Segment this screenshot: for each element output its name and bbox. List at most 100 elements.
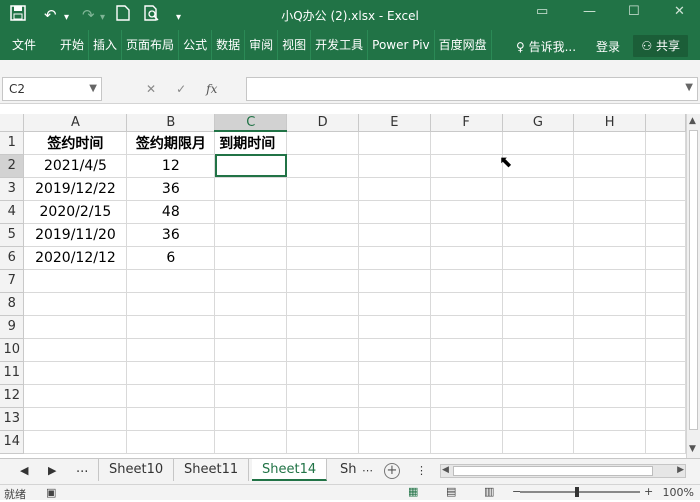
cell[interactable]: [502, 384, 575, 408]
login-link[interactable]: 登录: [596, 38, 620, 55]
tab-scroll-right-icon[interactable]: ▶: [48, 464, 56, 477]
column-header[interactable]: D: [286, 114, 360, 132]
cell-B5[interactable]: 36: [126, 223, 216, 247]
sheet-tab-active[interactable]: Sheet14: [252, 459, 328, 481]
cell[interactable]: [214, 384, 288, 408]
row-header[interactable]: 7: [0, 269, 25, 293]
cell[interactable]: [502, 177, 575, 201]
expand-formula-icon[interactable]: ▼: [685, 82, 693, 93]
scroll-left-icon[interactable]: ◀: [442, 465, 449, 475]
cell[interactable]: [430, 384, 503, 408]
cell[interactable]: [358, 131, 431, 155]
cell[interactable]: [502, 269, 575, 293]
zoom-level[interactable]: 100%: [663, 486, 694, 499]
column-header[interactable]: H: [573, 114, 647, 132]
cell[interactable]: [645, 131, 686, 155]
row-header[interactable]: 8: [0, 292, 25, 316]
row-header[interactable]: 3: [0, 177, 25, 201]
cell-C1[interactable]: 到期时间: [214, 131, 288, 155]
cell[interactable]: [214, 246, 288, 270]
share-button[interactable]: ⚇ 共享: [633, 35, 688, 57]
cell[interactable]: [126, 430, 216, 454]
cell[interactable]: [358, 154, 431, 178]
more-tabs-ellipsis[interactable]: ...: [76, 461, 88, 476]
cell[interactable]: [645, 430, 686, 454]
cell[interactable]: [286, 430, 360, 454]
cell[interactable]: [645, 292, 686, 316]
row-header[interactable]: 11: [0, 361, 25, 385]
insert-function-icon[interactable]: fx: [206, 82, 217, 96]
cell[interactable]: [126, 384, 216, 408]
scroll-right-icon[interactable]: ▶: [677, 465, 684, 475]
cell[interactable]: [214, 315, 288, 339]
cell[interactable]: [573, 131, 647, 155]
row-header[interactable]: 13: [0, 407, 25, 431]
tab-home[interactable]: 开始: [56, 30, 90, 60]
cell[interactable]: [358, 384, 431, 408]
row-header[interactable]: 4: [0, 200, 25, 224]
minimize-icon[interactable]: —: [583, 4, 596, 19]
cell-C2-selected[interactable]: [214, 154, 288, 178]
cell-B2[interactable]: 12: [126, 154, 216, 178]
column-header[interactable]: E: [358, 114, 431, 132]
maximize-icon[interactable]: ☐: [628, 4, 640, 19]
cell[interactable]: [23, 407, 128, 431]
tab-formulas[interactable]: 公式: [179, 30, 213, 60]
tab-baidu-netdisk[interactable]: 百度网盘: [435, 30, 492, 60]
row-header[interactable]: 5: [0, 223, 25, 247]
cell[interactable]: [286, 315, 360, 339]
cell[interactable]: [430, 154, 503, 178]
cell[interactable]: [502, 430, 575, 454]
cell[interactable]: [358, 246, 431, 270]
tab-view[interactable]: 视图: [278, 30, 312, 60]
cell[interactable]: [358, 177, 431, 201]
row-header[interactable]: 12: [0, 384, 25, 408]
cell[interactable]: [214, 407, 288, 431]
cell[interactable]: [286, 361, 360, 385]
cell[interactable]: [126, 269, 216, 293]
tab-data[interactable]: 数据: [212, 30, 246, 60]
cell-B6[interactable]: 6: [126, 246, 216, 270]
cell-B3[interactable]: 36: [126, 177, 216, 201]
column-header[interactable]: F: [430, 114, 503, 132]
cell[interactable]: [573, 200, 647, 224]
cell[interactable]: [645, 315, 686, 339]
cell[interactable]: [573, 269, 647, 293]
cell[interactable]: [286, 384, 360, 408]
row-header[interactable]: 10: [0, 338, 25, 362]
cell[interactable]: [214, 292, 288, 316]
cell[interactable]: [23, 292, 128, 316]
cell[interactable]: [286, 131, 360, 155]
tab-review[interactable]: 审阅: [245, 30, 279, 60]
horizontal-scrollbar[interactable]: ◀ ▶: [440, 464, 686, 478]
cell[interactable]: [126, 315, 216, 339]
cell[interactable]: [430, 361, 503, 385]
sheet-tab[interactable]: Sheet11: [174, 459, 250, 481]
cell[interactable]: [286, 407, 360, 431]
cell[interactable]: [645, 361, 686, 385]
cell[interactable]: [573, 430, 647, 454]
cell[interactable]: [645, 154, 686, 178]
cell[interactable]: [358, 200, 431, 224]
tab-file[interactable]: 文件: [0, 30, 48, 60]
cell[interactable]: [645, 223, 686, 247]
cell[interactable]: [573, 338, 647, 362]
cell[interactable]: [502, 246, 575, 270]
scroll-down-icon[interactable]: ▼: [689, 444, 696, 454]
cell[interactable]: [23, 338, 128, 362]
cell[interactable]: [214, 430, 288, 454]
cell[interactable]: [358, 292, 431, 316]
formula-input[interactable]: ▼: [246, 77, 698, 101]
row-header[interactable]: 14: [0, 430, 25, 454]
cell[interactable]: [573, 361, 647, 385]
cell[interactable]: [573, 177, 647, 201]
column-header[interactable]: G: [502, 114, 575, 132]
tab-scroll-left-icon[interactable]: ◀: [20, 464, 28, 477]
cell[interactable]: [573, 154, 647, 178]
cell-B1[interactable]: 签约期限月: [126, 131, 216, 155]
cell[interactable]: [573, 407, 647, 431]
cell[interactable]: [573, 246, 647, 270]
cell[interactable]: [214, 269, 288, 293]
add-sheet-icon[interactable]: +: [384, 463, 400, 479]
cell[interactable]: [573, 315, 647, 339]
